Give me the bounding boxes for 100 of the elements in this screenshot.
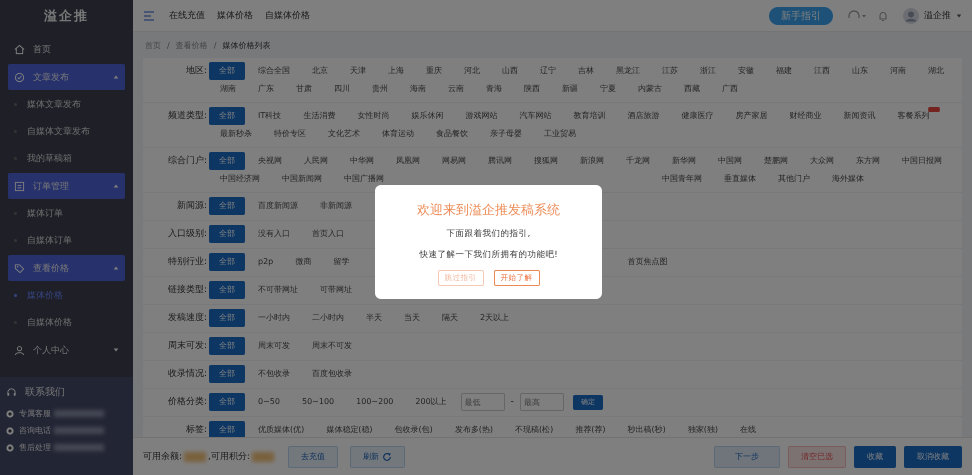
filter-option[interactable]: 陕西	[513, 80, 551, 98]
filter-option[interactable]: 秒出稿(秒)	[616, 421, 677, 437]
filter-option[interactable]: 全部	[209, 197, 245, 215]
filter-option[interactable]: 女性时尚	[346, 107, 400, 125]
filter-option[interactable]: 中国青年网	[651, 170, 713, 188]
filter-option[interactable]: 江西	[803, 62, 841, 80]
filter-option[interactable]: 辽宁	[529, 62, 567, 80]
sidebar-item[interactable]: 个人中心	[8, 337, 125, 363]
sidebar-subitem[interactable]: 媒体订单	[0, 200, 133, 227]
filter-option[interactable]: 健康医疗	[670, 107, 724, 125]
filter-option[interactable]: 周末可发	[247, 337, 301, 355]
sidebar-item[interactable]: 订单管理	[8, 173, 125, 199]
filter-option[interactable]: 在线	[729, 421, 767, 437]
filter-option[interactable]: 人民网	[293, 152, 339, 170]
filter-option[interactable]: 亲子母婴	[479, 125, 533, 143]
filter-option[interactable]: 全部	[209, 152, 245, 170]
action-button[interactable]: 收藏	[854, 446, 896, 468]
filter-option[interactable]: 腾讯网	[477, 152, 523, 170]
filter-option[interactable]: 生活消费	[292, 107, 346, 125]
filter-option[interactable]: 200以上	[404, 393, 458, 411]
filter-option[interactable]: 百度包收录	[301, 365, 363, 383]
filter-option[interactable]: 推荐(荐)	[564, 421, 616, 437]
filter-option[interactable]: 黑龙江	[605, 62, 651, 80]
filter-option[interactable]: 中国日报网	[891, 152, 953, 170]
filter-option[interactable]: 全部	[209, 421, 245, 437]
filter-option[interactable]: 百度新闻源	[247, 197, 309, 215]
filter-option[interactable]: 食品餐饮	[425, 125, 479, 143]
filter-option[interactable]: 发布多(热)	[444, 421, 504, 437]
filter-option[interactable]: 青海	[475, 80, 513, 98]
filter-option[interactable]: 全部	[209, 365, 245, 383]
filter-option[interactable]: 山东	[841, 62, 879, 80]
filter-option[interactable]: 全部	[209, 337, 245, 355]
user-name[interactable]: 溢企推	[924, 9, 951, 22]
filter-option[interactable]: 垂直媒体	[713, 170, 767, 188]
filter-option[interactable]: 全部	[209, 281, 245, 299]
filter-option[interactable]: 最新秒杀	[209, 125, 263, 143]
filter-option[interactable]: 其他门户	[767, 170, 821, 188]
menu-icon[interactable]	[143, 10, 155, 22]
sidebar-subitem[interactable]: 自媒体文章发布	[0, 118, 133, 145]
filter-option[interactable]: 千龙网	[615, 152, 661, 170]
filter-option[interactable]: 没有入口	[247, 225, 301, 243]
filter-option[interactable]: 周末不可发	[301, 337, 363, 355]
refresh-button[interactable]: 刷新	[350, 446, 405, 468]
filter-option[interactable]: 重庆	[415, 62, 453, 80]
filter-option[interactable]: 山西	[491, 62, 529, 80]
filter-option[interactable]: 留学	[322, 253, 360, 271]
filter-option[interactable]: 微商	[284, 253, 322, 271]
sidebar-item[interactable]: 查看价格	[8, 255, 125, 281]
filter-option[interactable]: 大众网	[799, 152, 845, 170]
filter-option[interactable]: 特价专区	[263, 125, 317, 143]
filter-option[interactable]: 二小时内	[301, 309, 355, 327]
filter-option[interactable]: 50~100	[290, 393, 346, 411]
sidebar-item[interactable]: 首页	[8, 36, 125, 62]
filter-option[interactable]: 不可带网址	[247, 281, 309, 299]
filter-option[interactable]: 优质媒体(优)	[247, 421, 316, 437]
filter-option[interactable]: 凤凰网	[385, 152, 431, 170]
filter-option[interactable]: 当天	[393, 309, 431, 327]
filter-option[interactable]: 中华网	[339, 152, 385, 170]
filter-option[interactable]: 内蒙古	[627, 80, 673, 98]
max-price-field[interactable]: 最高	[520, 393, 564, 411]
filter-option[interactable]: 中国网	[707, 152, 753, 170]
filter-option[interactable]: 安徽	[727, 62, 765, 80]
filter-option[interactable]: 宁夏	[589, 80, 627, 98]
sidebar-item[interactable]: 文章发布	[8, 64, 125, 90]
filter-option[interactable]: 工业贸易	[533, 125, 587, 143]
filter-option[interactable]: 湖南	[209, 80, 247, 98]
filter-option[interactable]: 河南	[879, 62, 917, 80]
filter-option[interactable]: 云南	[437, 80, 475, 98]
filter-option[interactable]: 半天	[355, 309, 393, 327]
filter-option[interactable]: 媒体稳定(稳)	[315, 421, 384, 437]
filter-option[interactable]: 综合全国	[247, 62, 301, 80]
filter-option[interactable]: 湖北	[917, 62, 955, 80]
filter-option[interactable]: 天津	[339, 62, 377, 80]
filter-option[interactable]: 隔天	[431, 309, 469, 327]
filter-option[interactable]: 甘肃	[285, 80, 323, 98]
top-nav-link[interactable]: 在线充值	[169, 9, 205, 22]
filter-option[interactable]: 0~50	[247, 393, 291, 411]
filter-option[interactable]: 四川	[323, 80, 361, 98]
sidebar-subitem[interactable]: 媒体文章发布	[0, 91, 133, 118]
filter-option[interactable]: 广东	[247, 80, 285, 98]
filter-option[interactable]: 财经商业	[778, 107, 832, 125]
filter-option[interactable]: 体育运动	[371, 125, 425, 143]
filter-option[interactable]: 新闻资讯	[832, 107, 886, 125]
filter-option[interactable]: 浙江	[689, 62, 727, 80]
filter-option[interactable]: 海南	[399, 80, 437, 98]
filter-option[interactable]: 房产家居	[724, 107, 778, 125]
filter-option[interactable]: 搜狐网	[523, 152, 569, 170]
filter-option[interactable]: 网易网	[431, 152, 477, 170]
filter-option[interactable]: 教育培训	[562, 107, 616, 125]
action-button[interactable]: 下一步	[714, 446, 780, 468]
filter-option[interactable]: 广西	[711, 80, 749, 98]
filter-option[interactable]: 西藏	[673, 80, 711, 98]
filter-option[interactable]: 非新闻源	[309, 197, 363, 215]
action-button[interactable]: 清空已选	[788, 446, 846, 468]
top-nav-link[interactable]: 自媒体价格	[265, 9, 310, 22]
filter-option[interactable]: 不现稿(松)	[504, 421, 564, 437]
filter-option[interactable]: 福建	[765, 62, 803, 80]
filter-option[interactable]: 全部	[209, 62, 245, 80]
filter-option[interactable]: p2p	[247, 253, 284, 271]
sidebar-subitem[interactable]: 我的草稿箱	[0, 145, 133, 172]
